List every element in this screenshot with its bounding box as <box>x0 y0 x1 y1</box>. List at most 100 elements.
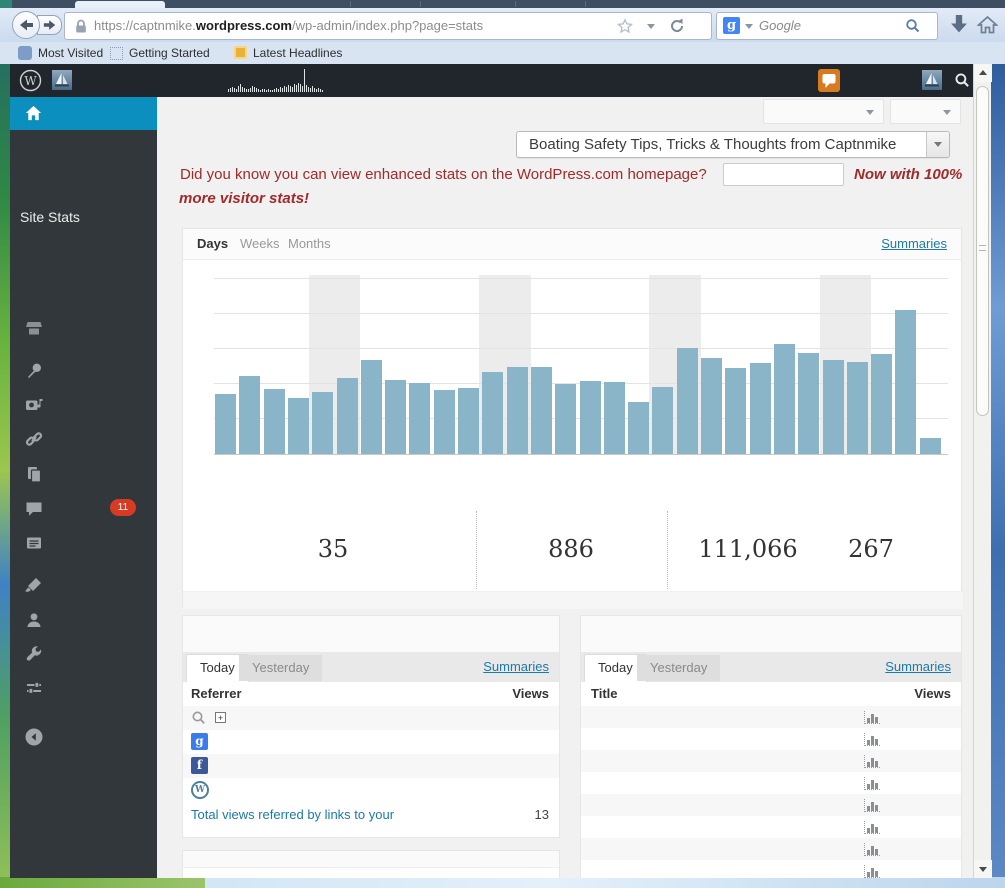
admin-bar-stats-sparkline[interactable] <box>228 68 328 92</box>
browser-active-tab[interactable] <box>75 1 165 8</box>
scroll-down-button[interactable] <box>974 860 992 878</box>
sidebar-item-tools[interactable] <box>24 644 44 664</box>
url-bar[interactable]: https://captnmike.wordpress.com/wp-admin… <box>64 12 712 40</box>
mini-barchart-icon[interactable] <box>864 777 880 790</box>
bookmark-star-icon[interactable] <box>617 18 633 34</box>
chart-bar[interactable] <box>433 390 455 454</box>
scroll-up-button[interactable] <box>974 64 992 82</box>
mini-barchart-icon[interactable] <box>864 711 880 724</box>
post-row[interactable] <box>581 794 961 816</box>
sidebar-item-links[interactable] <box>24 429 44 449</box>
search-go-icon[interactable] <box>905 18 921 34</box>
chart-bar[interactable] <box>482 372 504 454</box>
referrer-row-wordpress[interactable]: W <box>183 778 559 802</box>
chart-bar[interactable] <box>555 384 577 454</box>
referrer-row-google[interactable]: g <box>183 730 559 754</box>
post-row[interactable] <box>581 728 961 750</box>
chart-bar[interactable] <box>215 394 236 454</box>
chart-bar[interactable] <box>336 378 358 454</box>
chart-bar[interactable] <box>919 438 941 454</box>
chart-bar[interactable] <box>628 402 650 454</box>
tab-days[interactable]: Days <box>197 229 228 259</box>
sidebar-item-media[interactable] <box>24 395 44 415</box>
sidebar-item-appearance[interactable] <box>24 575 44 595</box>
chart-bar[interactable] <box>579 381 601 454</box>
mini-barchart-icon[interactable] <box>864 865 880 878</box>
admin-search-icon[interactable] <box>954 72 971 89</box>
bookmark-latest-headlines[interactable]: Latest Headlines <box>253 42 342 64</box>
promo-input[interactable] <box>723 163 844 186</box>
post-row[interactable] <box>581 750 961 772</box>
search-box[interactable]: g Google <box>716 12 938 40</box>
mini-barchart-icon[interactable] <box>864 733 880 746</box>
sidebar-item-dashboard[interactable] <box>10 97 166 130</box>
chart-bar[interactable] <box>385 380 407 454</box>
chart-bar[interactable] <box>871 354 893 454</box>
blog-selector-button[interactable] <box>926 132 949 157</box>
chart-summaries-link[interactable]: Summaries <box>881 229 947 259</box>
user-avatar[interactable] <box>922 70 942 90</box>
tab-months[interactable]: Months <box>288 229 331 259</box>
chart-bar[interactable] <box>458 388 479 454</box>
post-row[interactable] <box>581 706 961 728</box>
chart-bar[interactable] <box>652 387 674 454</box>
tab-weeks[interactable]: Weeks <box>240 229 280 259</box>
sidebar-item-users[interactable] <box>24 610 44 630</box>
reload-icon[interactable] <box>669 18 685 34</box>
sidebar-item-settings[interactable] <box>24 678 44 698</box>
bookmark-most-visited[interactable]: Most Visited <box>38 42 103 64</box>
post-row[interactable] <box>581 860 961 878</box>
home-icon[interactable] <box>977 15 998 34</box>
chart-bar[interactable] <box>725 368 747 454</box>
url-dropdown-icon[interactable] <box>647 24 655 29</box>
comments-count-badge[interactable]: 11 <box>110 499 136 516</box>
referrer-search-row[interactable]: + <box>183 706 559 730</box>
search-icon[interactable] <box>191 710 207 726</box>
mini-barchart-icon[interactable] <box>864 843 880 856</box>
referrer-row-facebook[interactable]: f <box>183 754 559 778</box>
scroll-thumb[interactable] <box>976 86 989 416</box>
post-row[interactable] <box>581 816 961 838</box>
bookmark-getting-started[interactable]: Getting Started <box>129 42 210 64</box>
mini-barchart-icon[interactable] <box>864 799 880 812</box>
chart-bar[interactable] <box>530 367 552 454</box>
browser-scrollbar[interactable] <box>973 64 992 878</box>
chart-bar[interactable] <box>822 360 844 454</box>
search-engine-dropdown-icon[interactable] <box>745 24 753 29</box>
mini-barchart-icon[interactable] <box>864 755 880 768</box>
notifications-button[interactable] <box>818 69 840 92</box>
chart-bar[interactable] <box>701 358 722 454</box>
tab-yesterday[interactable]: Yesterday <box>637 655 721 681</box>
total-views-link[interactable]: Total views referred by links to your <box>191 802 394 828</box>
blog-selector[interactable]: Boating Safety Tips, Tricks & Thoughts f… <box>516 131 950 158</box>
tab-yesterday[interactable]: Yesterday <box>239 655 323 681</box>
posts-summaries-link[interactable]: Summaries <box>885 652 951 682</box>
wordpress-logo-icon[interactable]: W <box>19 69 42 92</box>
sidebar-item-feedback[interactable] <box>24 533 44 553</box>
sidebar-item-posts[interactable] <box>24 361 44 381</box>
chart-bar[interactable] <box>676 348 698 454</box>
chart-bar[interactable] <box>360 360 382 454</box>
chart-bar[interactable] <box>506 367 528 454</box>
mini-barchart-icon[interactable] <box>864 821 880 834</box>
expand-plus-icon[interactable]: + <box>215 712 226 723</box>
sidebar-item-store[interactable] <box>24 318 44 338</box>
chart-bar[interactable] <box>409 383 431 454</box>
sidebar-item-site-stats[interactable]: Site Stats <box>20 209 80 225</box>
forward-button[interactable] <box>37 15 62 35</box>
chart-bar[interactable] <box>798 353 820 454</box>
chart-bar[interactable] <box>312 392 334 454</box>
filter-select-1[interactable] <box>763 99 884 124</box>
chart-bar[interactable] <box>603 382 625 454</box>
google-favicon[interactable]: g <box>723 17 740 34</box>
post-row[interactable] <box>581 838 961 860</box>
chart-bar[interactable] <box>239 376 261 454</box>
chart-bar[interactable] <box>749 363 771 454</box>
referrers-summaries-link[interactable]: Summaries <box>483 652 549 682</box>
chart-bar[interactable] <box>263 389 285 454</box>
downloads-icon[interactable] <box>948 15 970 34</box>
chart-bar[interactable] <box>846 362 868 454</box>
sidebar-item-pages[interactable] <box>24 464 44 484</box>
collapse-menu-button[interactable] <box>24 727 44 747</box>
chart-bar[interactable] <box>773 344 795 454</box>
